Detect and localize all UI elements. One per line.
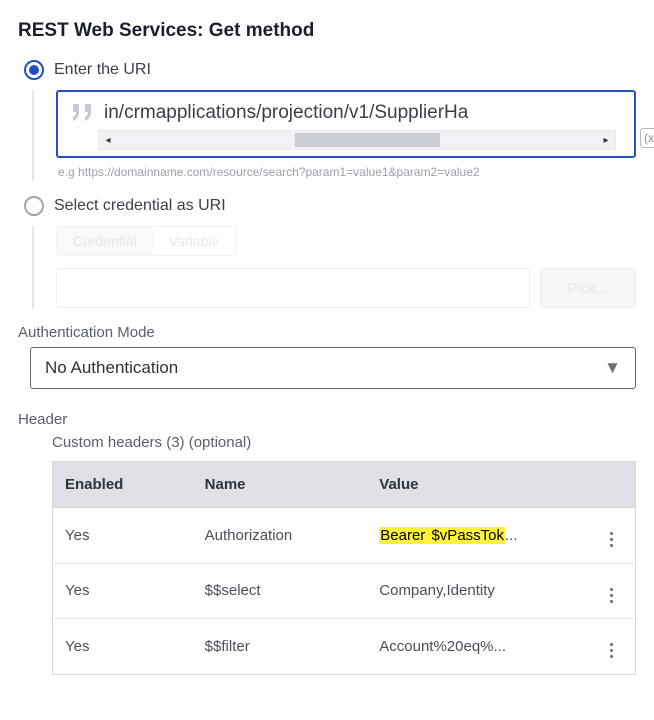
scroll-right-icon[interactable]: ▸ bbox=[597, 131, 615, 149]
header-label: Header bbox=[18, 411, 636, 428]
custom-headers-label: Custom headers (3) (optional) bbox=[18, 434, 636, 451]
cell-enabled: Yes bbox=[53, 619, 193, 674]
table-row[interactable]: Yes $$select Company,Identity bbox=[53, 563, 635, 619]
chevron-down-icon: ▼ bbox=[604, 358, 621, 378]
table-row[interactable]: Yes $$filter Account%20eq%... bbox=[53, 619, 635, 674]
segment-credential[interactable]: Credential bbox=[57, 227, 153, 255]
headers-table: Enabled Name Value Yes Authorization Bea… bbox=[52, 461, 636, 675]
row-menu-icon[interactable] bbox=[603, 531, 621, 549]
quote-icon bbox=[70, 104, 94, 122]
uri-block: in/crmapplications/projection/v1/Supplie… bbox=[32, 90, 636, 180]
cell-enabled: Yes bbox=[53, 563, 193, 619]
variable-picker-icon[interactable]: (x) bbox=[640, 128, 654, 148]
cell-name: $$select bbox=[193, 563, 368, 619]
auth-mode-value: No Authentication bbox=[45, 358, 178, 378]
cell-name: Authorization bbox=[193, 508, 368, 564]
radio-enter-uri-label: Enter the URI bbox=[54, 61, 151, 79]
cell-enabled: Yes bbox=[53, 508, 193, 564]
radio-icon-selected bbox=[24, 60, 44, 80]
uri-text: in/crmapplications/projection/v1/Supplie… bbox=[104, 102, 622, 124]
col-value: Value bbox=[367, 462, 588, 508]
scroll-left-icon[interactable]: ◂ bbox=[99, 131, 117, 149]
radio-select-credential[interactable]: Select credential as URI bbox=[18, 196, 636, 216]
scroll-thumb[interactable] bbox=[295, 133, 439, 147]
page-title: REST Web Services: Get method bbox=[18, 20, 636, 42]
pick-button[interactable]: Pick... bbox=[540, 268, 636, 308]
radio-enter-uri[interactable]: Enter the URI bbox=[18, 60, 636, 80]
cell-value: Bearer $vPassTok... bbox=[367, 508, 588, 564]
table-row[interactable]: Yes Authorization Bearer $vPassTok... bbox=[53, 508, 635, 564]
radio-select-credential-label: Select credential as URI bbox=[54, 197, 226, 215]
auth-mode-select[interactable]: No Authentication ▼ bbox=[30, 347, 636, 389]
uri-scrollbar[interactable]: ◂ ▸ bbox=[98, 130, 616, 150]
uri-hint: e.g https://domainname.com/resource/sear… bbox=[56, 164, 636, 180]
credential-input[interactable] bbox=[56, 268, 530, 308]
row-menu-icon[interactable] bbox=[603, 642, 621, 660]
credential-block: Credential Variable Pick... bbox=[32, 226, 636, 308]
cell-name: $$filter bbox=[193, 619, 368, 674]
cell-value: Account%20eq%... bbox=[367, 619, 588, 674]
credential-segment: Credential Variable bbox=[56, 226, 236, 256]
segment-variable[interactable]: Variable bbox=[153, 227, 235, 255]
row-menu-icon[interactable] bbox=[603, 586, 621, 604]
col-enabled: Enabled bbox=[53, 462, 193, 508]
col-name: Name bbox=[193, 462, 368, 508]
radio-icon-unselected bbox=[24, 196, 44, 216]
auth-mode-label: Authentication Mode bbox=[18, 324, 636, 341]
cell-value: Company,Identity bbox=[367, 563, 588, 619]
uri-input[interactable]: in/crmapplications/projection/v1/Supplie… bbox=[56, 90, 636, 158]
